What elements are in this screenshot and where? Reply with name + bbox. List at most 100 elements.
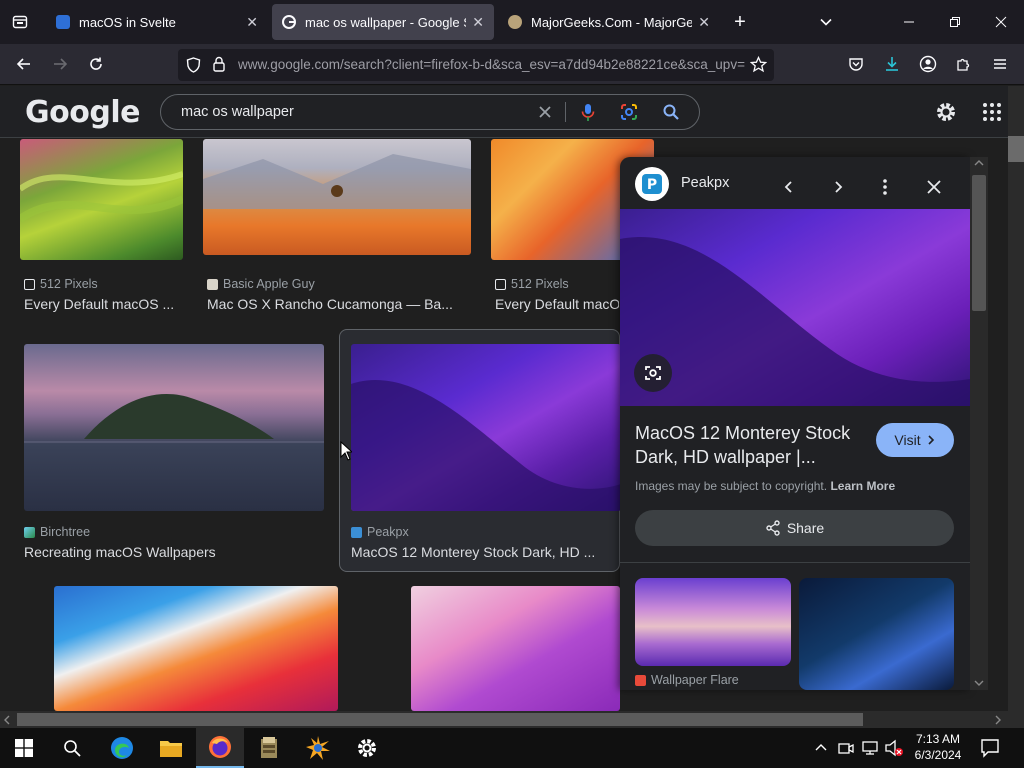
lock-icon[interactable] bbox=[212, 56, 226, 78]
close-tab-icon[interactable]: ✕ bbox=[246, 14, 258, 31]
result-source[interactable]: Basic Apple Guy bbox=[207, 277, 315, 291]
share-icon bbox=[766, 520, 780, 536]
google-logo[interactable]: Google bbox=[25, 95, 140, 130]
source-favicon-icon bbox=[24, 278, 35, 290]
learn-more-link[interactable]: Learn More bbox=[830, 479, 895, 493]
search-magnifier-icon[interactable] bbox=[662, 103, 680, 126]
minimize-button[interactable] bbox=[895, 8, 923, 36]
result-source[interactable]: 512 Pixels bbox=[24, 277, 98, 291]
result-source[interactable]: 512 Pixels bbox=[495, 277, 569, 291]
windows-start-icon[interactable] bbox=[0, 728, 48, 768]
firefox-view-icon[interactable] bbox=[6, 8, 34, 36]
starburst-app-icon[interactable] bbox=[294, 728, 342, 768]
close-window-button[interactable] bbox=[987, 8, 1015, 36]
majorgeeks-favicon-icon bbox=[508, 15, 522, 29]
pocket-icon[interactable] bbox=[842, 50, 870, 78]
result-image-catalina[interactable] bbox=[24, 344, 324, 511]
system-clock[interactable]: 7:13 AM 6/3/2024 bbox=[906, 731, 970, 763]
extensions-puzzle-icon[interactable] bbox=[950, 50, 978, 78]
tracking-protection-shield-icon[interactable] bbox=[186, 57, 201, 78]
firefox-taskbar-icon[interactable] bbox=[196, 728, 244, 768]
restore-button[interactable] bbox=[941, 8, 969, 36]
volume-muted-icon[interactable] bbox=[884, 739, 904, 762]
panel-scrollbar[interactable] bbox=[970, 157, 988, 690]
show-hidden-icons-chevron-icon[interactable] bbox=[814, 740, 828, 759]
previous-image-chevron-icon[interactable] bbox=[775, 173, 803, 201]
navigation-toolbar: www.google.com/search?client=firefox-b-d… bbox=[0, 44, 1024, 85]
archive-app-icon[interactable] bbox=[245, 728, 293, 768]
result-caption[interactable]: Mac OS X Rancho Cucamonga — Ba... bbox=[207, 296, 469, 312]
result-image-monterey-dark[interactable] bbox=[351, 344, 621, 511]
tab-majorgeeks[interactable]: MajorGeeks.Com - MajorGeeks ✕ bbox=[498, 4, 720, 40]
search-divider bbox=[565, 102, 566, 122]
settings-gear-taskbar-icon[interactable] bbox=[343, 728, 391, 768]
page-scrollbar-thumb[interactable] bbox=[1008, 136, 1024, 162]
more-options-icon[interactable] bbox=[871, 173, 899, 201]
result-image-rancho-cucamonga[interactable] bbox=[203, 139, 471, 255]
close-panel-icon[interactable] bbox=[920, 173, 948, 201]
voice-search-mic-icon[interactable] bbox=[581, 103, 595, 127]
panel-image-title[interactable]: MacOS 12 Monterey Stock Dark, HD wallpap… bbox=[635, 421, 867, 469]
page-vertical-scrollbar[interactable] bbox=[1008, 86, 1024, 711]
page-horizontal-scrollbar[interactable] bbox=[0, 711, 1024, 728]
settings-gear-icon[interactable] bbox=[934, 100, 958, 129]
clock-date: 6/3/2024 bbox=[914, 748, 962, 762]
close-tab-icon[interactable]: ✕ bbox=[472, 14, 484, 31]
related-source[interactable]: Wallpaper Flare bbox=[635, 673, 739, 687]
svelte-favicon-icon bbox=[56, 15, 70, 29]
google-apps-grid-icon[interactable] bbox=[982, 102, 1002, 127]
account-icon[interactable] bbox=[914, 50, 942, 78]
address-bar[interactable]: www.google.com/search?client=firefox-b-d… bbox=[178, 49, 774, 81]
result-source[interactable]: Birchtree bbox=[24, 525, 90, 539]
downloads-icon[interactable] bbox=[878, 50, 906, 78]
app-menu-hamburger-icon[interactable] bbox=[986, 50, 1014, 78]
result-image-big-sur[interactable] bbox=[54, 586, 338, 711]
svg-text:P: P bbox=[647, 177, 657, 193]
google-favicon-icon bbox=[282, 15, 296, 29]
search-icon[interactable] bbox=[48, 728, 96, 768]
meet-now-icon[interactable] bbox=[838, 740, 854, 761]
result-source[interactable]: Peakpx bbox=[351, 525, 409, 539]
list-all-tabs-icon[interactable] bbox=[812, 8, 840, 36]
source-favicon-icon bbox=[207, 278, 218, 290]
new-tab-button[interactable]: + bbox=[726, 8, 754, 36]
peakpx-logo-icon[interactable]: P bbox=[635, 167, 669, 201]
back-arrow-icon[interactable] bbox=[10, 50, 38, 78]
forward-arrow-icon[interactable] bbox=[46, 50, 74, 78]
search-box[interactable]: mac os wallpaper bbox=[160, 94, 700, 130]
panel-site-name[interactable]: Peakpx bbox=[681, 175, 729, 191]
search-input[interactable]: mac os wallpaper bbox=[181, 104, 294, 120]
share-button[interactable]: Share bbox=[635, 510, 954, 546]
reload-icon[interactable] bbox=[82, 50, 110, 78]
tab-macos-in-svelte[interactable]: macOS in Svelte ✕ bbox=[46, 4, 268, 40]
related-image-wallpaper-flare[interactable] bbox=[635, 578, 791, 666]
result-caption[interactable]: MacOS 12 Monterey Stock Dark, HD ... bbox=[351, 544, 613, 560]
network-icon[interactable] bbox=[862, 740, 880, 761]
next-image-chevron-icon[interactable] bbox=[824, 173, 852, 201]
horizontal-scrollbar-thumb[interactable] bbox=[17, 713, 863, 726]
result-image-monterey-light[interactable] bbox=[411, 586, 620, 711]
source-favicon-icon bbox=[24, 526, 35, 538]
file-explorer-icon[interactable] bbox=[147, 728, 195, 768]
result-image-sonoma[interactable] bbox=[20, 139, 183, 260]
visit-button[interactable]: Visit bbox=[876, 423, 954, 457]
tab-google-search[interactable]: mac os wallpaper - Google Search ✕ bbox=[272, 4, 494, 40]
google-header: Google mac os wallpaper bbox=[0, 86, 1008, 138]
clear-search-icon[interactable] bbox=[537, 104, 553, 125]
url-text[interactable]: www.google.com/search?client=firefox-b-d… bbox=[238, 57, 746, 72]
close-tab-icon[interactable]: ✕ bbox=[698, 14, 710, 31]
bookmark-star-icon[interactable] bbox=[749, 55, 768, 78]
result-caption[interactable]: Every Default macOS ... bbox=[24, 296, 184, 312]
search-inside-image-lens-icon[interactable] bbox=[634, 354, 672, 392]
panel-preview-image[interactable] bbox=[620, 209, 970, 406]
related-image-dark-blue[interactable] bbox=[799, 578, 954, 690]
tab-bar: macOS in Svelte ✕ mac os wallpaper - Goo… bbox=[0, 0, 1024, 44]
source-favicon-icon bbox=[495, 278, 506, 290]
panel-divider bbox=[620, 562, 970, 563]
edge-browser-icon[interactable] bbox=[98, 728, 146, 768]
panel-scrollbar-thumb[interactable] bbox=[972, 175, 986, 311]
result-caption[interactable]: Recreating macOS Wallpapers bbox=[24, 544, 324, 560]
notifications-icon[interactable] bbox=[980, 738, 1000, 763]
result-caption[interactable]: Every Default macOS bbox=[495, 296, 619, 312]
google-lens-icon[interactable] bbox=[620, 103, 638, 126]
